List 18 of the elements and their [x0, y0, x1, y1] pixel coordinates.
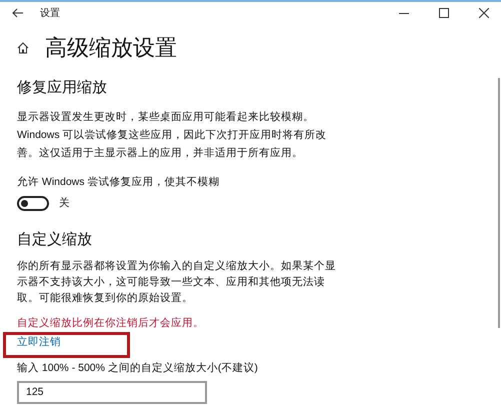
sign-out-link[interactable]: 立即注销: [17, 334, 61, 351]
page-title: 高级缩放设置: [45, 34, 177, 62]
scrollbar[interactable]: [498, 78, 500, 328]
toggle-label: 允许 Windows 尝试修复应用，使其不模糊: [17, 175, 220, 190]
scale-input[interactable]: 125: [17, 380, 207, 404]
home-icon[interactable]: [17, 42, 29, 54]
window-title: 设置: [40, 6, 60, 20]
section-description: 你的所有显示器都将设置为你输入的自定义缩放大小。如果某个显示器不支持该大小，这可能导致一些文本、应用和其他项无法读取。可能很难恢复到你的原始设置。: [17, 258, 337, 306]
back-icon[interactable]: [12, 8, 24, 18]
close-icon[interactable]: [479, 8, 489, 18]
toggle-state: 关: [59, 196, 70, 211]
section-heading: 自定义缩放: [17, 230, 93, 250]
input-label: 输入 100% - 500% 之间的自定义缩放大小(不建议): [17, 360, 259, 376]
section-heading: 修复应用缩放: [17, 78, 108, 98]
toggle-switch[interactable]: [17, 196, 49, 212]
maximize-icon[interactable]: [439, 8, 449, 18]
section-description: 显示器设置发生更改时，某些桌面应用可能看起来比较模糊。Windows 可以尝试修复这些应用，因此下次打开应用时将有所改善。这仅适用于主显示器上的应用，并非适用于所有应用。: [17, 110, 328, 161]
warning-text: 自定义缩放比例在你注销后才会应用。: [17, 316, 205, 331]
